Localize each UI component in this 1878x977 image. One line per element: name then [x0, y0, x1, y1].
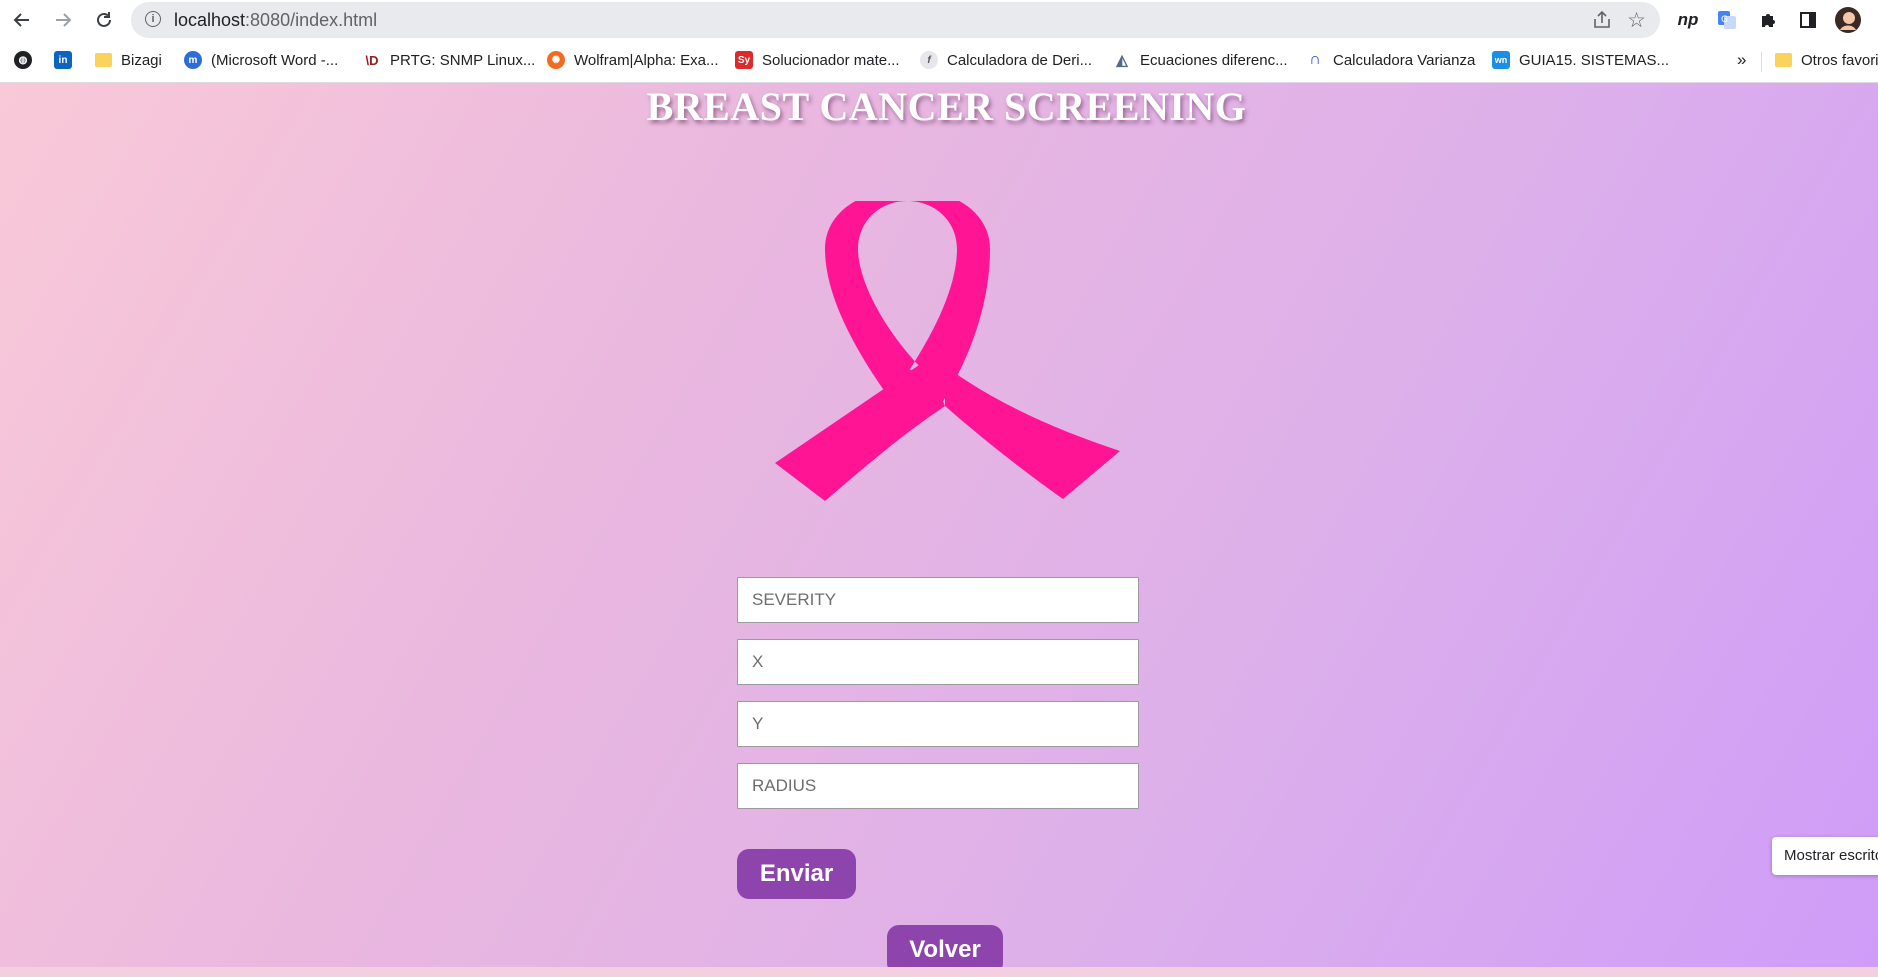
folder-icon	[95, 53, 112, 67]
wn-icon: wn	[1492, 51, 1510, 69]
page-content: BREAST CANCER SCREENING Enviar Volver	[0, 83, 1878, 977]
bookmark-label: Otros favoritos	[1801, 51, 1878, 69]
other-bookmarks-folder[interactable]: Otros favoritos	[1775, 48, 1878, 72]
ribbon-left-tail	[775, 361, 945, 501]
ribbon-right-tail	[945, 366, 1120, 499]
wolfram-icon: ✺	[547, 51, 565, 69]
bookmark-item[interactable]: ◭ Ecuaciones diferenc...	[1113, 48, 1288, 72]
bookmark-label: Solucionador mate...	[762, 51, 900, 69]
bookmark-label: Calculadora de Deri...	[947, 51, 1093, 69]
prtg-icon: \D	[363, 51, 381, 69]
ribbon-loop	[825, 189, 990, 406]
bookmark-label: Ecuaciones diferenc...	[1140, 51, 1288, 69]
globe-icon: ◍	[14, 51, 32, 69]
bookmark-star-icon[interactable]: ☆	[1627, 8, 1646, 33]
bookmark-item[interactable]: in	[54, 48, 72, 72]
bookmark-label: GUIA15. SISTEMAS...	[1519, 51, 1670, 69]
variance-calculator-icon: ∩	[1306, 51, 1324, 69]
bookmarks-bar: ◍ in Bizagi m (Microsoft Word -... \D PR…	[0, 40, 1878, 83]
site-info-icon[interactable]: i	[145, 11, 161, 27]
reload-icon[interactable]	[88, 6, 120, 34]
back-arrow-icon[interactable]	[6, 6, 38, 34]
bookmarks-divider	[1761, 52, 1762, 72]
bookmark-item[interactable]: m (Microsoft Word -...	[184, 48, 338, 72]
linkedin-icon: in	[54, 51, 72, 69]
bookmark-item[interactable]: \D PRTG: SNMP Linux...	[363, 48, 535, 72]
address-bar[interactable]: i localhost:8080/index.html ☆	[131, 2, 1660, 38]
microsoft-word-icon: m	[184, 51, 202, 69]
bookmark-item[interactable]: wn GUIA15. SISTEMAS...	[1492, 48, 1669, 72]
severity-input[interactable]	[737, 577, 1139, 623]
x-input[interactable]	[737, 639, 1139, 685]
derivative-calculator-icon: f	[920, 51, 938, 69]
extensions-puzzle-icon[interactable]	[1753, 6, 1783, 34]
side-panel-icon[interactable]	[1793, 6, 1823, 34]
bookmark-item[interactable]: ∩ Calculadora Varianza	[1306, 48, 1475, 72]
bookmark-item[interactable]: f Calculadora de Deri...	[920, 48, 1092, 72]
show-desktop-tooltip[interactable]: Mostrar escritorio	[1772, 837, 1878, 875]
bookmark-label: (Microsoft Word -...	[211, 51, 339, 69]
more-bookmarks-button[interactable]: »	[1737, 48, 1746, 72]
page-title: BREAST CANCER SCREENING	[646, 84, 1247, 129]
enviar-button[interactable]: Enviar	[737, 849, 856, 899]
address-url[interactable]: localhost:8080/index.html	[174, 10, 377, 31]
page-bottom-strip	[0, 967, 1878, 977]
svg-text:G: G	[1721, 15, 1728, 25]
bookmark-label: Wolfram|Alpha: Exa...	[574, 51, 719, 69]
profile-avatar[interactable]	[1833, 6, 1863, 34]
bookmark-item[interactable]: ◍	[14, 48, 32, 72]
np-extension-icon[interactable]: np	[1673, 6, 1703, 34]
pink-ribbon-icon	[770, 189, 1120, 506]
folder-icon	[1775, 53, 1792, 67]
equations-icon: ◭	[1113, 51, 1131, 69]
symbolab-icon: Sy	[735, 51, 753, 69]
forward-arrow-icon[interactable]	[47, 6, 79, 34]
bookmark-item[interactable]: Bizagi	[95, 48, 162, 72]
browser-toolbar: i localhost:8080/index.html ☆ np G	[0, 0, 1878, 40]
radius-input[interactable]	[737, 763, 1139, 809]
y-input[interactable]	[737, 701, 1139, 747]
bookmark-label: Bizagi	[121, 51, 162, 69]
share-icon[interactable]	[1592, 10, 1612, 34]
bookmark-item[interactable]: ✺ Wolfram|Alpha: Exa...	[547, 48, 719, 72]
bookmark-item[interactable]: Sy Solucionador mate...	[735, 48, 900, 72]
bookmark-label: PRTG: SNMP Linux...	[390, 51, 536, 69]
bookmark-label: Calculadora Varianza	[1333, 51, 1476, 69]
google-translate-icon[interactable]: G	[1712, 6, 1742, 34]
